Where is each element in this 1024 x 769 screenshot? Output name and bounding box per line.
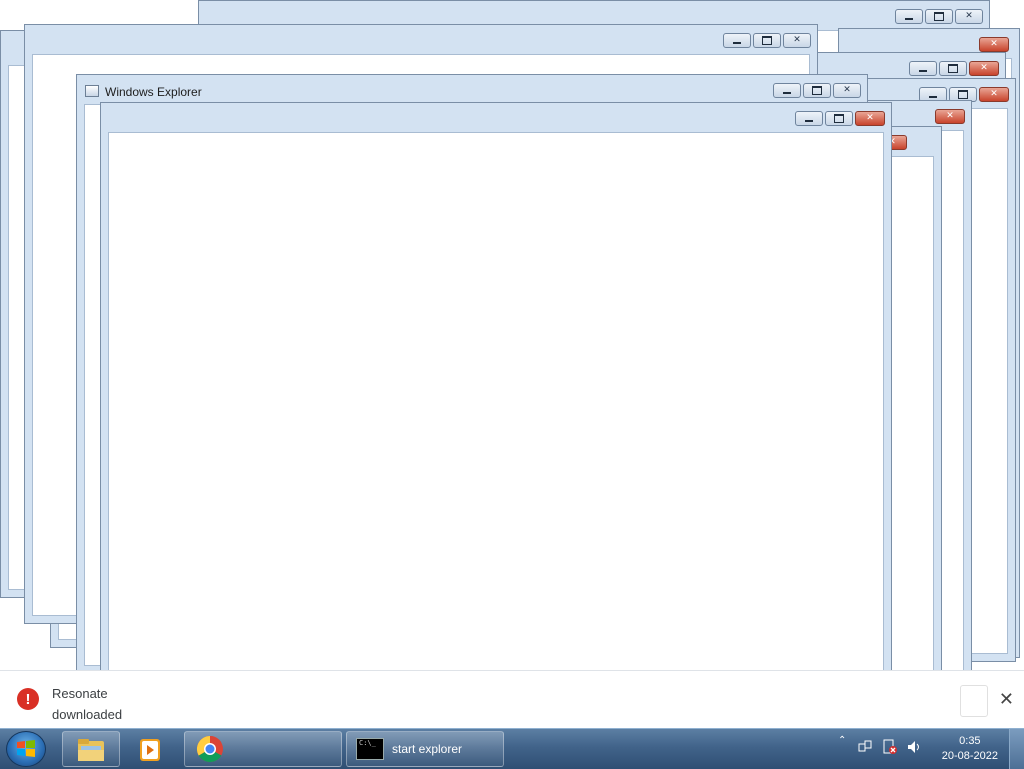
close-button[interactable]: ✕ xyxy=(969,61,999,76)
close-button[interactable]: ✕ xyxy=(935,109,965,124)
chrome-icon xyxy=(196,735,223,763)
caption-buttons: ✕ xyxy=(979,37,1009,53)
download-notification: ! Resonate downloaded ✕ xyxy=(0,670,1024,729)
start-button[interactable] xyxy=(6,731,46,767)
notification-message: Resonate downloaded xyxy=(52,683,122,725)
maximize-button[interactable] xyxy=(753,33,781,48)
notification-line-1: Resonate xyxy=(52,686,108,701)
maximize-button[interactable] xyxy=(825,111,853,126)
caption-buttons: ✕ xyxy=(935,109,965,125)
front-window[interactable]: ✕ xyxy=(100,102,892,698)
taskbar: C:\_ start explorer ⌃ 0:35 20-08-2022 xyxy=(0,728,1024,769)
window-client-area xyxy=(108,132,884,690)
close-button[interactable]: ✕ xyxy=(955,9,983,24)
clock-date: 20-08-2022 xyxy=(941,750,998,762)
folder-icon xyxy=(78,739,104,761)
minimize-button[interactable] xyxy=(895,9,923,24)
minimize-button[interactable] xyxy=(773,83,801,98)
media-player-icon xyxy=(140,739,160,761)
taskbar-cmd-button[interactable]: C:\_ start explorer xyxy=(346,731,504,767)
minimize-button[interactable] xyxy=(909,61,937,76)
window-title: Windows Explorer xyxy=(105,85,202,99)
maximize-button[interactable] xyxy=(925,9,953,24)
window-icon xyxy=(85,85,99,97)
minimize-button[interactable] xyxy=(795,111,823,126)
command-prompt-icon: C:\_ xyxy=(356,738,384,760)
show-hidden-icons-button[interactable]: ⌃ xyxy=(838,735,846,746)
close-button[interactable]: ✕ xyxy=(979,37,1009,52)
caption-buttons: ✕ xyxy=(773,83,861,99)
caption-buttons: ✕ xyxy=(909,61,999,77)
action-center-icon[interactable] xyxy=(882,739,898,759)
close-icon[interactable]: ✕ xyxy=(999,689,1014,710)
caption-buttons: ✕ xyxy=(795,111,885,127)
alert-icon: ! xyxy=(17,688,39,710)
clock[interactable]: 0:35 20-08-2022 xyxy=(942,734,998,764)
caption-buttons: ✕ xyxy=(895,9,983,25)
minimize-button[interactable] xyxy=(723,33,751,48)
caption-buttons: ✕ xyxy=(723,33,811,49)
notification-action-box[interactable] xyxy=(960,685,988,717)
taskbar-cmd-label: start explorer xyxy=(392,742,463,756)
network-icon[interactable] xyxy=(858,739,872,757)
volume-icon[interactable] xyxy=(906,739,922,759)
close-button[interactable]: ✕ xyxy=(979,87,1009,102)
maximize-button[interactable] xyxy=(803,83,831,98)
show-desktop-button[interactable] xyxy=(1009,729,1024,769)
close-button[interactable]: ✕ xyxy=(833,83,861,98)
close-button[interactable]: ✕ xyxy=(783,33,811,48)
clock-time: 0:35 xyxy=(959,735,981,747)
taskbar-explorer-button[interactable] xyxy=(62,731,120,767)
maximize-button[interactable] xyxy=(939,61,967,76)
notification-line-2: downloaded xyxy=(52,707,123,722)
close-button[interactable]: ✕ xyxy=(855,111,885,126)
taskbar-media-player-button[interactable] xyxy=(122,731,180,767)
windows-logo-icon xyxy=(17,740,35,757)
taskbar-chrome-button[interactable] xyxy=(184,731,342,767)
